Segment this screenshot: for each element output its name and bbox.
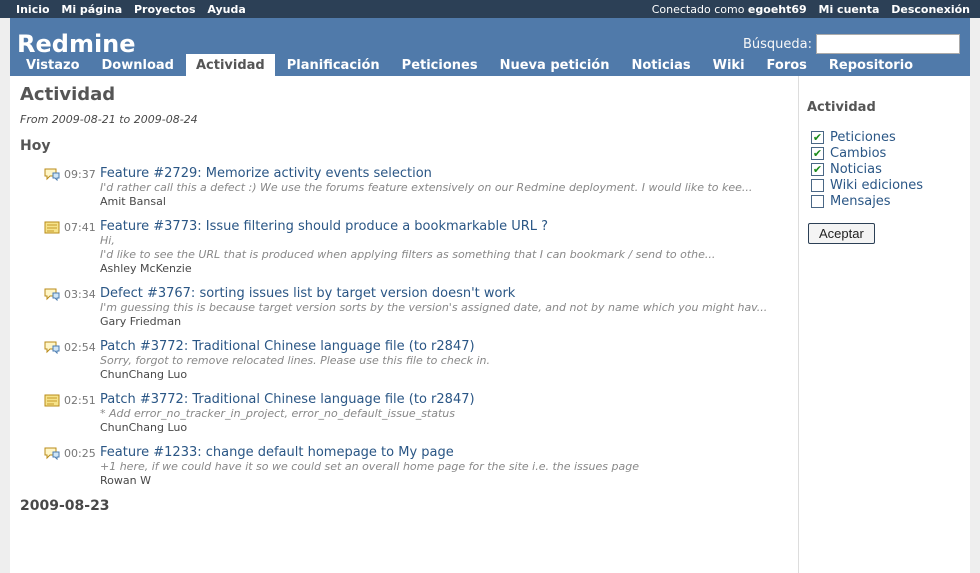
tab-new-issue[interactable]: Nueva petición	[490, 54, 620, 76]
filter-checkbox[interactable]: ✔	[811, 130, 824, 144]
event-time: 03:34	[64, 288, 96, 301]
event-author: Rowan W	[100, 474, 151, 487]
date-range: From 2009-08-21 to 2009-08-24	[20, 113, 198, 126]
filter-label[interactable]: Peticiones	[830, 130, 896, 145]
header: Redmine Búsqueda: Vistazo Download Activ…	[10, 18, 970, 76]
event-link[interactable]: Feature #1233: change default homepage t…	[100, 445, 454, 460]
event-title: Defect #3767: sorting issues list by tar…	[100, 286, 788, 301]
sidebar: Actividad ✔ Peticiones ✔ Cambios ✔ Noticias Wi…	[799, 76, 970, 573]
sidebar-title: Actividad	[807, 100, 876, 115]
top-menu-projects[interactable]: Proyectos	[134, 3, 196, 16]
filter-row: Mensajes	[811, 193, 962, 209]
activity-event: 03:34 Defect #3767: sorting issues list b…	[44, 286, 788, 328]
filter-row: ✔ Peticiones	[811, 129, 962, 145]
filter-row: Wiki ediciones	[811, 177, 962, 193]
activity-filters: ✔ Peticiones ✔ Cambios ✔ Noticias Wiki edicion…	[807, 129, 962, 209]
filter-checkbox[interactable]	[811, 178, 824, 192]
tab-forums[interactable]: Foros	[757, 54, 817, 76]
event-link[interactable]: Defect #3767: sorting issues list by tar…	[100, 286, 515, 301]
top-menu-my-page[interactable]: Mi página	[61, 3, 122, 16]
tab-roadmap[interactable]: Planificación	[277, 54, 390, 76]
note-icon	[44, 221, 60, 234]
search-label: Búsqueda:	[742, 36, 812, 52]
filter-row: ✔ Noticias	[811, 161, 962, 177]
tab-overview[interactable]: Vistazo	[16, 54, 90, 76]
filter-label[interactable]: Wiki ediciones	[830, 178, 923, 193]
activity-event: 00:25 Feature #1233: change default homep…	[44, 445, 788, 487]
day-heading: Hoy	[20, 138, 51, 154]
note-icon	[44, 394, 60, 407]
tab-news[interactable]: Noticias	[621, 54, 700, 76]
my-account-link[interactable]: Mi cuenta	[819, 3, 880, 16]
event-time: 02:51	[64, 394, 96, 407]
logged-prefix: Conectado como	[651, 2, 745, 16]
search-input[interactable]	[816, 34, 960, 54]
filter-label[interactable]: Cambios	[830, 146, 886, 161]
reply-comment-icon	[44, 288, 60, 302]
event-time: 00:25	[64, 447, 96, 460]
tab-issues[interactable]: Peticiones	[392, 54, 488, 76]
filter-label[interactable]: Mensajes	[830, 194, 891, 209]
tab-wiki[interactable]: Wiki	[703, 54, 755, 76]
event-time: 02:54	[64, 341, 96, 354]
main: Actividad From 2009-08-21 to 2009-08-24 …	[10, 76, 970, 573]
content: Actividad From 2009-08-21 to 2009-08-24 …	[10, 76, 799, 573]
filter-checkbox[interactable]: ✔	[811, 146, 824, 160]
event-description: Sorry, forgot to remove relocated lines.…	[100, 354, 491, 367]
reply-comment-icon	[44, 447, 60, 461]
activity-event: 02:54 Patch #3772: Traditional Chinese la…	[44, 339, 788, 381]
event-title: Feature #1233: change default homepage t…	[100, 445, 788, 460]
main-menu: Vistazo Download Actividad Planificación…	[16, 54, 923, 76]
event-title: Patch #3772: Traditional Chinese languag…	[100, 339, 788, 354]
top-menu-help[interactable]: Ayuda	[207, 3, 245, 16]
event-author: Amit Bansal	[100, 195, 166, 208]
activity-list: 09:37 Feature #2729: Memorize activity ev…	[44, 166, 788, 487]
event-author: Gary Friedman	[100, 315, 182, 328]
filter-checkbox[interactable]: ✔	[811, 162, 824, 176]
event-description: I'm guessing this is because target vers…	[100, 301, 768, 314]
filter-label[interactable]: Noticias	[830, 162, 882, 177]
reply-comment-icon	[44, 341, 60, 355]
top-menu-left: Inicio Mi página Proyectos Ayuda	[16, 3, 254, 16]
event-link[interactable]: Patch #3772: Traditional Chinese languag…	[100, 339, 475, 354]
logged-in-status: Conectado como egoeht69	[644, 3, 807, 16]
event-description: Hi, I'd like to see the URL that is prod…	[100, 234, 716, 261]
event-author: Ashley McKenzie	[100, 262, 192, 275]
event-description: +1 here, if we could have it so we could…	[100, 460, 639, 473]
quick-search: Búsqueda:	[743, 34, 960, 54]
event-time: 09:37	[64, 168, 96, 181]
event-author: ChunChang Luo	[100, 368, 188, 381]
page-title: Actividad	[20, 84, 116, 105]
event-title: Feature #3773: Issue filtering should pr…	[100, 219, 788, 234]
filter-checkbox[interactable]	[811, 194, 824, 208]
tab-repository[interactable]: Repositorio	[819, 54, 923, 76]
tab-download[interactable]: Download	[92, 54, 184, 76]
event-link[interactable]: Feature #3773: Issue filtering should pr…	[100, 219, 548, 234]
filter-row: ✔ Cambios	[811, 145, 962, 161]
older-day-heading: 2009-08-23	[20, 498, 110, 514]
event-link[interactable]: Feature #2729: Memorize activity events …	[100, 166, 432, 181]
event-title: Patch #3772: Traditional Chinese languag…	[100, 392, 788, 407]
event-time: 07:41	[64, 221, 96, 234]
tab-activity[interactable]: Actividad	[185, 54, 275, 76]
reply-comment-icon	[44, 168, 60, 182]
top-menu-home[interactable]: Inicio	[16, 3, 50, 16]
activity-event: 02:51 Patch #3772: Traditional Chinese la…	[44, 392, 788, 434]
event-description: I'd rather call this a defect :) We use …	[100, 181, 753, 194]
logout-link[interactable]: Desconexión	[891, 3, 970, 16]
top-menu: Inicio Mi página Proyectos Ayuda Conecta…	[0, 0, 980, 18]
event-link[interactable]: Patch #3772: Traditional Chinese languag…	[100, 392, 475, 407]
top-menu-right: Conectado como egoeht69 Mi cuenta Descon…	[636, 3, 970, 16]
username-link[interactable]: egoeht69	[748, 3, 807, 16]
event-author: ChunChang Luo	[100, 421, 188, 434]
event-description: * Add error_no_tracker_in_project, error…	[100, 407, 456, 420]
activity-event: 09:37 Feature #2729: Memorize activity ev…	[44, 166, 788, 208]
apply-filters-button[interactable]: Aceptar	[808, 223, 875, 244]
event-title: Feature #2729: Memorize activity events …	[100, 166, 788, 181]
activity-event: 07:41 Feature #3773: Issue filtering shou…	[44, 219, 788, 275]
